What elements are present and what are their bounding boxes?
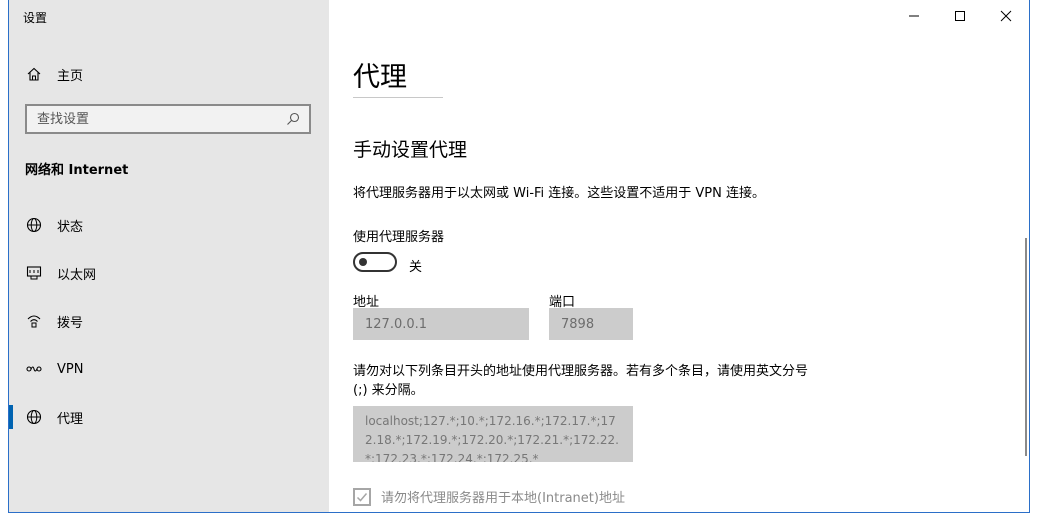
sidebar-item-ethernet[interactable]: 以太网 [9, 253, 329, 293]
sidebar-item-label: 主页 [57, 68, 84, 84]
search-input[interactable] [27, 105, 285, 133]
sidebar-item-proxy[interactable]: 代理 [9, 397, 329, 437]
search-box [25, 104, 311, 134]
window-title: 设置 [23, 11, 48, 25]
local-address-label: 请勿将代理服务器用于本地(Intranet)地址 [381, 491, 625, 506]
sidebar-item-label: 状态 [57, 219, 84, 235]
toggle-state-label: 关 [409, 260, 423, 275]
sidebar-item-dialup[interactable]: 拨号 [9, 301, 329, 341]
main-content: 代理 手动设置代理 将代理服务器用于以太网或 Wi-Fi 连接。这些设置不适用于… [329, 0, 1029, 512]
maximize-button[interactable] [937, 0, 983, 32]
local-address-option: 请勿将代理服务器用于本地(Intranet)地址 [353, 487, 625, 506]
exceptions-field[interactable]: localhost;127.*;10.*;172.16.*;172.17.*;1… [353, 406, 633, 462]
use-proxy-toggle[interactable] [353, 252, 397, 272]
home-icon [25, 65, 43, 83]
ethernet-icon [25, 264, 43, 282]
sidebar-item-label: 拨号 [57, 315, 84, 331]
dialup-icon [25, 312, 43, 330]
sidebar-item-label: 代理 [57, 411, 84, 427]
close-button[interactable] [983, 0, 1029, 32]
scrollbar[interactable] [1025, 238, 1027, 456]
settings-window: 设置 主页 网络和 Internet 状态 以太网 [8, 0, 1030, 513]
address-field[interactable] [353, 308, 529, 340]
globe-icon [25, 408, 43, 426]
exceptions-description: 请勿对以下列条目开头的地址使用代理服务器。若有多个条目，请使用英文分号 (;) … [353, 364, 809, 398]
close-icon [1000, 10, 1012, 22]
sidebar-item-label: 以太网 [57, 267, 97, 283]
minimize-icon [909, 15, 919, 17]
sidebar-item-label: VPN [57, 361, 84, 377]
use-proxy-label: 使用代理服务器 [353, 230, 445, 245]
section-heading: 手动设置代理 [353, 139, 468, 161]
page-title: 代理 [353, 62, 407, 93]
active-indicator [9, 405, 13, 429]
search-icon[interactable] [285, 111, 301, 127]
sidebar-item-status[interactable]: 状态 [9, 205, 329, 245]
section-description: 将代理服务器用于以太网或 Wi-Fi 连接。这些设置不适用于 VPN 连接。 [353, 186, 766, 201]
section-title: 网络和 Internet [25, 163, 129, 178]
title-divider [353, 97, 443, 98]
maximize-icon [955, 11, 965, 21]
sidebar-item-vpn[interactable]: VPN [9, 349, 329, 389]
local-address-checkbox[interactable] [353, 487, 371, 506]
port-field[interactable] [549, 308, 633, 340]
vpn-icon [25, 360, 43, 378]
sidebar-item-home[interactable]: 主页 [9, 58, 329, 90]
checkmark-icon [356, 492, 368, 502]
minimize-button[interactable] [891, 0, 937, 32]
globe-icon [25, 216, 43, 234]
toggle-knob [359, 258, 367, 266]
sidebar: 设置 主页 网络和 Internet 状态 以太网 [9, 0, 329, 512]
